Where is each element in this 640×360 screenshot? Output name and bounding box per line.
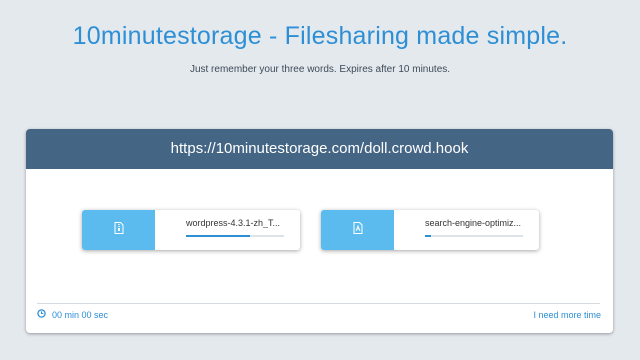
file-name: search-engine-optimiz... (425, 218, 522, 228)
upload-progress-bar (425, 235, 523, 237)
file-name: wordpress-4.3.1-zh_T... (186, 218, 281, 228)
file-icon-container (82, 210, 155, 250)
upload-progress-bar (186, 235, 284, 237)
zip-file-icon (114, 221, 124, 239)
expiry-timer: 00 min 00 sec (37, 309, 108, 320)
storage-url[interactable]: https://10minutestorage.com/doll.crowd.h… (26, 129, 613, 169)
clock-icon (37, 309, 52, 320)
more-time-link[interactable]: I need more time (533, 310, 601, 320)
divider (37, 303, 600, 304)
storage-card: https://10minutestorage.com/doll.crowd.h… (26, 129, 613, 333)
file-item[interactable]: search-engine-optimiz... (321, 210, 539, 250)
file-icon-container (321, 210, 394, 250)
file-item[interactable]: wordpress-4.3.1-zh_T... (82, 210, 300, 250)
timer-text: 00 min 00 sec (52, 309, 109, 320)
pdf-file-icon (353, 221, 363, 239)
page-subtitle: Just remember your three words. Expires … (189, 64, 451, 75)
page-title: 10minutestorage - Filesharing made simpl… (72, 22, 568, 50)
